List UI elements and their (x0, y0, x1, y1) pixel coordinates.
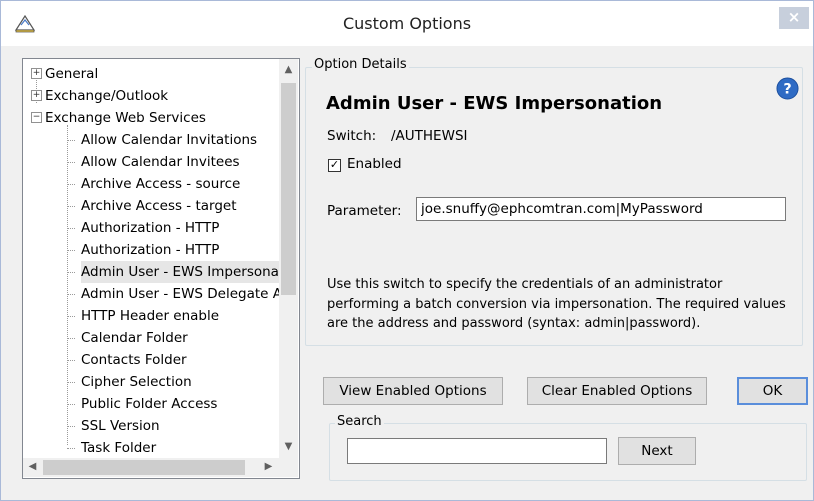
horizontal-scroll-thumb[interactable] (43, 460, 245, 475)
option-details-label: Option Details (312, 57, 409, 72)
view-enabled-options-button[interactable]: View Enabled Options (323, 377, 503, 405)
tree-node-label: Exchange Web Services (45, 110, 206, 126)
tree-item-label: HTTP Header enable (81, 308, 220, 324)
vertical-scrollbar[interactable]: ▲ ▼ (279, 59, 298, 458)
tree-connector (67, 404, 75, 405)
tree-item-label: Contacts Folder (81, 352, 187, 368)
scroll-down-icon[interactable]: ▼ (279, 438, 298, 456)
scroll-up-icon[interactable]: ▲ (279, 61, 298, 79)
tree-item-label: Public Folder Access (81, 396, 218, 412)
close-button[interactable]: × (779, 7, 809, 29)
horizontal-scrollbar[interactable]: ◀ ▶ (23, 458, 279, 477)
custom-options-window: Custom Options × + General + Exchange/Ou… (0, 0, 814, 501)
option-description: Use this switch to specify the credentia… (327, 277, 786, 331)
title-bar: Custom Options × (1, 1, 813, 46)
tree-connector (67, 338, 75, 339)
tree-connector (67, 250, 75, 251)
tree-connector (67, 184, 75, 185)
next-button[interactable]: Next (618, 437, 696, 465)
tree-item-label: Task Folder (81, 440, 157, 456)
tree-connector (67, 294, 75, 295)
help-icon[interactable]: ? (776, 77, 799, 100)
window-title: Custom Options (342, 14, 472, 33)
tree-item-label: Allow Calendar Invitees (81, 154, 240, 170)
tree-item-label: Authorization - HTTP (81, 242, 220, 258)
tree-item-label: Calendar Folder (81, 330, 188, 346)
tree-node-label: Exchange/Outlook (45, 88, 169, 104)
tree-connector (67, 125, 68, 445)
expand-icon[interactable]: + (31, 68, 42, 79)
clear-enabled-options-button[interactable]: Clear Enabled Options (527, 377, 707, 405)
options-tree[interactable]: + General + Exchange/Outlook − Exchange … (22, 58, 300, 479)
vertical-scroll-thumb[interactable] (281, 83, 296, 295)
tree-item-label: Archive Access - source (81, 176, 241, 192)
tree-connector (67, 228, 75, 229)
tree-connector (67, 426, 75, 427)
enabled-label[interactable]: Enabled (347, 156, 402, 172)
svg-text:?: ? (783, 81, 791, 97)
switch-label: Switch: (327, 128, 377, 144)
tree-item-label: Archive Access - target (81, 198, 237, 214)
tree-item-label: SSL Version (81, 418, 160, 434)
tree-item-label: Admin User - EWS Delegate Access (81, 286, 279, 302)
tree-node-label: General (45, 66, 99, 82)
tree-item-label: Authorization - HTTP (81, 220, 220, 236)
tree-connector (67, 382, 75, 383)
tree-connector (67, 448, 75, 449)
tree-connector (67, 162, 75, 163)
expand-icon[interactable]: + (31, 90, 42, 101)
ok-button[interactable]: OK (737, 377, 808, 405)
option-title: Admin User - EWS Impersonation (326, 93, 663, 114)
scroll-right-icon[interactable]: ▶ (259, 458, 278, 476)
tree-connector (67, 316, 75, 317)
enabled-checkbox[interactable]: ✓ (328, 159, 341, 172)
tree-connector (67, 360, 75, 361)
parameter-label: Parameter: (327, 203, 402, 219)
tree-connector (67, 206, 75, 207)
scroll-left-icon[interactable]: ◀ (23, 458, 42, 476)
tree-connector (67, 140, 75, 141)
tree-item-label: Admin User - EWS Impersonation (81, 261, 279, 283)
parameter-input[interactable] (416, 197, 786, 221)
collapse-icon[interactable]: − (31, 112, 42, 123)
tree-items: + General + Exchange/Outlook − Exchange … (23, 59, 279, 458)
scrollbar-corner (279, 458, 298, 477)
search-label: Search (335, 414, 384, 429)
tree-connector (67, 272, 75, 273)
switch-value: /AUTHEWSI (391, 128, 468, 144)
tree-item-label: Cipher Selection (81, 374, 192, 390)
tree-item-label: Allow Calendar Invitations (81, 132, 258, 148)
search-input[interactable] (347, 438, 607, 464)
